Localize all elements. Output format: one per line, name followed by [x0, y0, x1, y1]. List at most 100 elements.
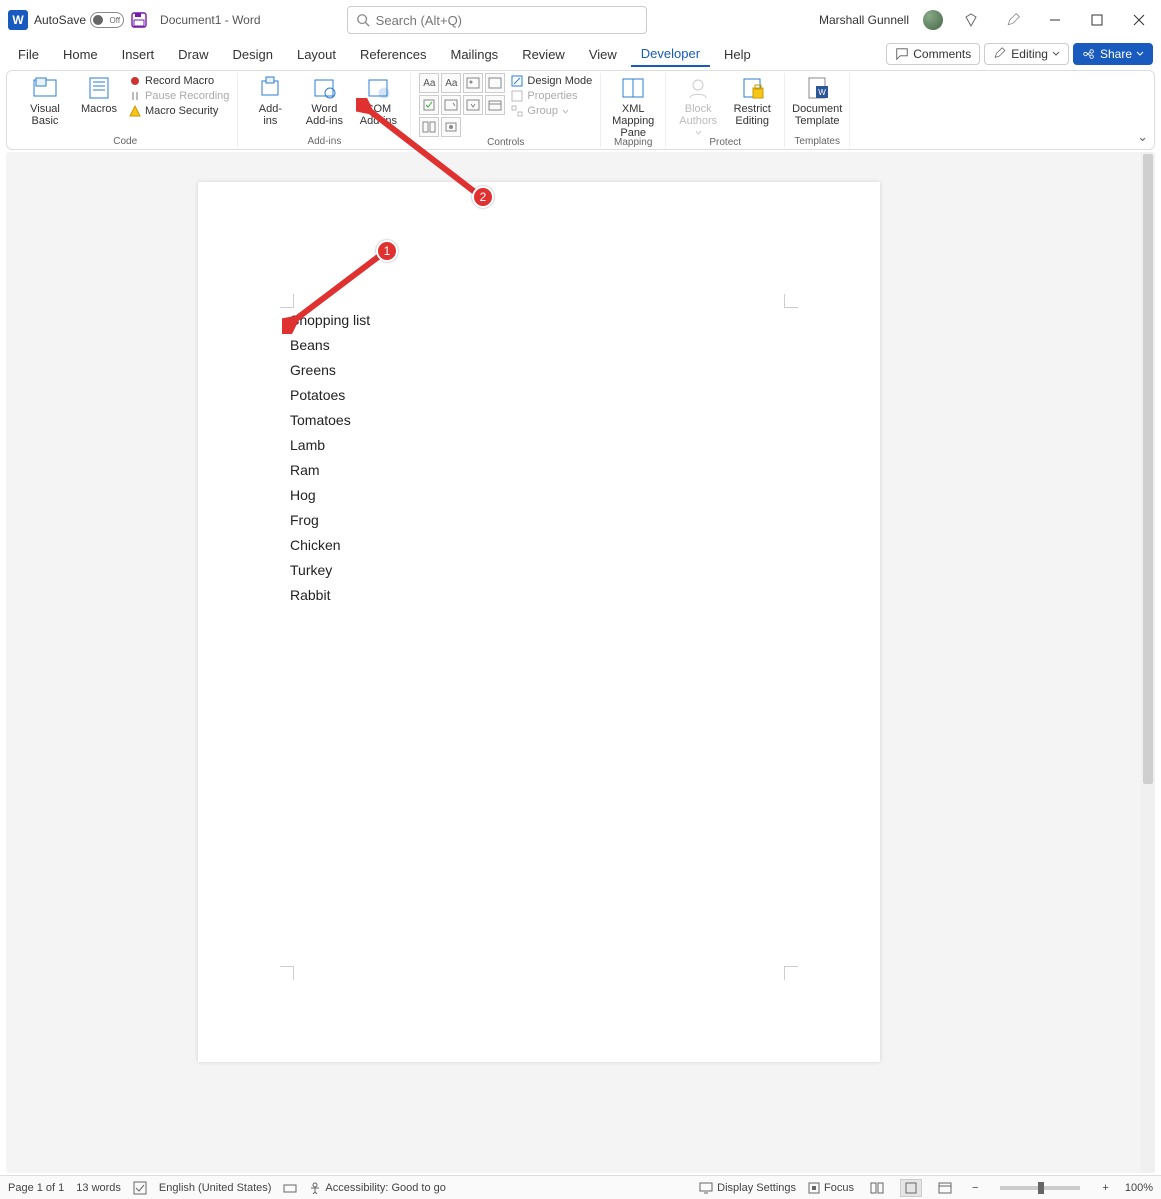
- group-protect: Block Authors Restrict Editing Protect: [666, 73, 785, 147]
- checkbox-control-button[interactable]: [419, 95, 439, 115]
- zoom-out-button[interactable]: −: [968, 1182, 982, 1194]
- tab-layout[interactable]: Layout: [287, 43, 346, 66]
- tab-home[interactable]: Home: [53, 43, 108, 66]
- tab-insert[interactable]: Insert: [112, 43, 165, 66]
- pencil-icon: [993, 47, 1007, 61]
- xml-mapping-button[interactable]: XML Mapping Pane: [609, 73, 657, 139]
- comment-icon: [895, 47, 909, 61]
- print-layout-button[interactable]: [900, 1179, 922, 1197]
- macros-button[interactable]: Macros: [75, 73, 123, 115]
- picture-control-button[interactable]: [463, 73, 483, 93]
- save-icon[interactable]: [130, 11, 148, 29]
- document-canvas[interactable]: Shopping list Beans Greens Potatoes Toma…: [6, 152, 1155, 1173]
- text-line[interactable]: Greens: [290, 358, 370, 383]
- repeating-section-control-button[interactable]: [419, 117, 439, 137]
- autosave-toggle[interactable]: AutoSave Off: [34, 12, 124, 28]
- maximize-button[interactable]: [1083, 6, 1111, 34]
- minimize-button[interactable]: [1041, 6, 1069, 34]
- rich-text-control-button[interactable]: Aa: [419, 73, 439, 93]
- tab-mailings[interactable]: Mailings: [441, 43, 509, 66]
- building-block-control-button[interactable]: [485, 73, 505, 93]
- word-addins-button[interactable]: Word Add-ins: [300, 73, 348, 127]
- editing-button[interactable]: Editing: [984, 43, 1069, 65]
- text-line[interactable]: Tomatoes: [290, 408, 370, 433]
- user-avatar[interactable]: [923, 10, 943, 30]
- legacy-tools-button[interactable]: [441, 117, 461, 137]
- record-macro-button[interactable]: Record Macro: [129, 75, 229, 87]
- user-name[interactable]: Marshall Gunnell: [819, 13, 909, 27]
- text-line[interactable]: Ram: [290, 458, 370, 483]
- zoom-in-button[interactable]: +: [1098, 1182, 1112, 1194]
- date-picker-control-button[interactable]: [485, 95, 505, 115]
- plain-text-control-button[interactable]: Aa: [441, 73, 461, 93]
- zoom-slider[interactable]: [1000, 1186, 1080, 1190]
- document-content[interactable]: Shopping list Beans Greens Potatoes Toma…: [290, 308, 370, 608]
- text-line[interactable]: Beans: [290, 333, 370, 358]
- svg-text:W: W: [818, 88, 826, 97]
- tab-review[interactable]: Review: [512, 43, 575, 66]
- status-accessibility[interactable]: Accessibility: Good to go: [309, 1182, 445, 1194]
- scrollbar-thumb[interactable]: [1143, 154, 1153, 784]
- status-spellcheck-icon[interactable]: [133, 1181, 147, 1195]
- status-language[interactable]: English (United States): [159, 1182, 272, 1194]
- controls-gallery: Aa Aa: [419, 73, 505, 137]
- text-line[interactable]: Shopping list: [290, 308, 370, 333]
- page[interactable]: Shopping list Beans Greens Potatoes Toma…: [198, 182, 880, 1062]
- group-icon: [511, 105, 523, 117]
- document-template-button[interactable]: WDocument Template: [793, 73, 841, 127]
- display-settings-button[interactable]: Display Settings: [699, 1182, 796, 1194]
- group-label-mapping: Mapping: [614, 137, 652, 148]
- autosave-switch[interactable]: Off: [90, 12, 124, 28]
- combobox-control-button[interactable]: [441, 95, 461, 115]
- close-button[interactable]: [1125, 6, 1153, 34]
- margin-marker: [784, 966, 798, 980]
- margin-marker: [784, 294, 798, 308]
- text-line[interactable]: Hog: [290, 483, 370, 508]
- com-addins-button[interactable]: COM Add-ins: [354, 73, 402, 127]
- status-predictions-icon[interactable]: [283, 1181, 297, 1195]
- tab-help[interactable]: Help: [714, 43, 761, 66]
- web-layout-button[interactable]: [934, 1179, 956, 1197]
- margin-marker: [280, 966, 294, 980]
- word-app-icon: W: [8, 10, 28, 30]
- vertical-scrollbar[interactable]: [1141, 152, 1155, 1173]
- annotation-badge-2: 2: [472, 186, 494, 208]
- text-line[interactable]: Rabbit: [290, 583, 370, 608]
- tab-draw[interactable]: Draw: [168, 43, 218, 66]
- autosave-label: AutoSave: [34, 13, 86, 27]
- block-authors-button: Block Authors: [674, 73, 722, 136]
- dropdown-control-button[interactable]: [463, 95, 483, 115]
- text-line[interactable]: Chicken: [290, 533, 370, 558]
- macro-security-button[interactable]: Macro Security: [129, 105, 229, 117]
- status-words[interactable]: 13 words: [76, 1182, 121, 1194]
- tab-references[interactable]: References: [350, 43, 436, 66]
- zoom-slider-thumb[interactable]: [1038, 1182, 1044, 1194]
- ribbon-collapse-button[interactable]: ⌄: [1137, 129, 1148, 145]
- read-mode-button[interactable]: [866, 1179, 888, 1197]
- design-mode-button[interactable]: Design Mode: [511, 75, 592, 87]
- group-label-code: Code: [113, 136, 137, 147]
- group-addins: Add- ins Word Add-ins COM Add-ins Add-in…: [238, 73, 411, 147]
- visual-basic-button[interactable]: Visual Basic: [21, 73, 69, 127]
- search-box[interactable]: Search (Alt+Q): [347, 6, 647, 34]
- tab-view[interactable]: View: [579, 43, 627, 66]
- zoom-level[interactable]: 100%: [1125, 1182, 1153, 1194]
- addins-button[interactable]: Add- ins: [246, 73, 294, 127]
- pen-icon[interactable]: [999, 6, 1027, 34]
- restrict-editing-button[interactable]: Restrict Editing: [728, 73, 776, 127]
- status-page[interactable]: Page 1 of 1: [8, 1182, 64, 1194]
- group-button: Group: [511, 105, 592, 117]
- pause-recording-button: Pause Recording: [129, 90, 229, 102]
- tab-design[interactable]: Design: [223, 43, 283, 66]
- text-line[interactable]: Lamb: [290, 433, 370, 458]
- comments-button[interactable]: Comments: [886, 43, 980, 65]
- tab-file[interactable]: File: [8, 43, 49, 66]
- diamond-icon[interactable]: [957, 6, 985, 34]
- text-line[interactable]: Frog: [290, 508, 370, 533]
- tab-developer[interactable]: Developer: [631, 42, 710, 67]
- text-line[interactable]: Turkey: [290, 558, 370, 583]
- document-title: Document1 - Word: [160, 13, 260, 27]
- share-button[interactable]: Share: [1073, 43, 1153, 65]
- focus-button[interactable]: Focus: [808, 1182, 854, 1194]
- text-line[interactable]: Potatoes: [290, 383, 370, 408]
